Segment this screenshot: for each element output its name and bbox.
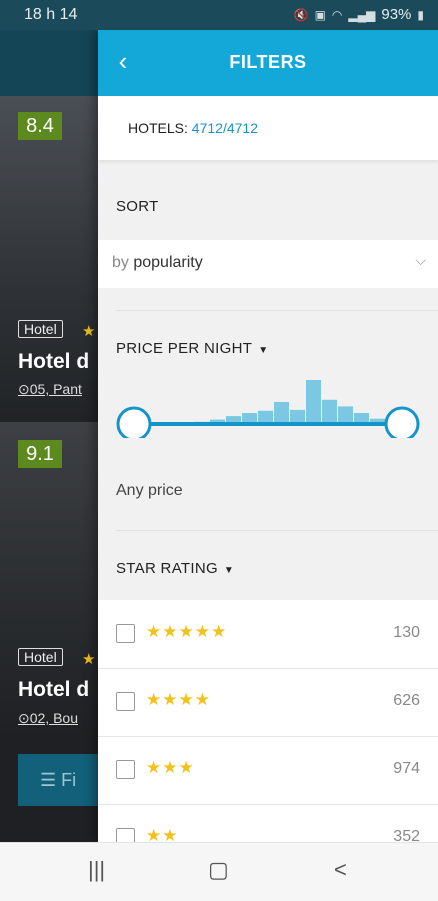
checkbox[interactable] bbox=[116, 624, 135, 643]
star-icon: ★ bbox=[82, 323, 96, 340]
checkbox[interactable] bbox=[116, 692, 135, 711]
status-icons: 🔇 ▣ ◠ ▂▄▆ 93% ▮ bbox=[294, 6, 424, 23]
star-rating-heading[interactable]: STAR RATING ▼ bbox=[116, 560, 234, 577]
status-time: 18 h 14 bbox=[24, 6, 78, 23]
hotel-list-background: 8.4 Hotel ★ Hotel d ⊙05, Pant 9.1 Hotel … bbox=[0, 30, 98, 842]
chevron-down-icon: ⌵ bbox=[415, 252, 426, 268]
filter-button[interactable]: ☰ Fi bbox=[18, 754, 98, 806]
page-title: FILTERS bbox=[229, 52, 307, 72]
sort-prefix: by bbox=[112, 254, 129, 271]
star-count: 626 bbox=[393, 692, 420, 709]
sort-option: popularity bbox=[133, 254, 203, 271]
star-row[interactable]: ★★★★★ 130 bbox=[98, 600, 438, 669]
type-tag: Hotel bbox=[18, 320, 63, 338]
filters-header: ‹ FILTERS bbox=[98, 30, 438, 96]
battery-percent: 93% bbox=[381, 6, 412, 23]
wifi-icon: ◠ bbox=[331, 7, 343, 22]
star-row[interactable]: ★★★ 974 bbox=[98, 736, 438, 805]
status-bar: 18 h 14 🔇 ▣ ◠ ▂▄▆ 93% ▮ bbox=[0, 0, 438, 30]
filters-panel: ‹ FILTERS HOTELS: 4712/4712 SORT by popu… bbox=[98, 30, 438, 842]
hotels-value: 4712/4712 bbox=[191, 120, 258, 136]
hotel-address: ⊙02, Bou bbox=[18, 710, 78, 726]
sort-heading: SORT bbox=[116, 198, 159, 215]
divider bbox=[116, 310, 438, 311]
star-count: 974 bbox=[393, 760, 420, 777]
slider-handle-min bbox=[116, 406, 152, 438]
star-row[interactable]: ★★★★ 626 bbox=[98, 668, 438, 737]
star-count: 130 bbox=[393, 624, 420, 641]
slider-handle-max bbox=[384, 406, 420, 438]
score-badge: 9.1 bbox=[18, 440, 62, 468]
hotels-count-bar: HOTELS: 4712/4712 bbox=[98, 96, 438, 160]
price-histogram bbox=[146, 380, 401, 424]
caret-down-icon: ▼ bbox=[223, 565, 235, 576]
star-rating-list: ★★★★★ 130 ★★★★ 626 ★★★ 974 ★★ 352 bbox=[98, 600, 438, 842]
type-tag: Hotel bbox=[18, 648, 63, 666]
histogram-bar bbox=[290, 409, 305, 424]
hotel-address: ⊙05, Pant bbox=[18, 381, 82, 397]
navigation-bar: ||| ▢ < bbox=[0, 842, 438, 901]
home-icon[interactable]: ▢ bbox=[208, 857, 229, 883]
histogram-bar bbox=[306, 380, 321, 424]
back-icon[interactable]: < bbox=[334, 857, 347, 883]
hotel-name: Hotel d bbox=[18, 350, 90, 373]
hotel-card[interactable]: 9.1 Hotel ★ Hotel d ⊙02, Bou bbox=[0, 422, 98, 752]
filter-icon: ☰ bbox=[40, 770, 62, 790]
price-heading[interactable]: PRICE PER NIGHT ▼ bbox=[116, 340, 268, 357]
divider bbox=[116, 530, 438, 531]
stars-icon: ★★★★★ bbox=[146, 622, 228, 641]
histogram-bar bbox=[338, 406, 353, 424]
price-slider[interactable] bbox=[116, 378, 420, 438]
sort-value: by popularity bbox=[112, 254, 203, 272]
hotel-address-text: 05, Pant bbox=[29, 381, 82, 397]
star-rating-heading-label: STAR RATING bbox=[116, 560, 218, 577]
star-row[interactable]: ★★ 352 bbox=[98, 804, 438, 842]
stars-icon: ★★★ bbox=[146, 758, 195, 777]
hotels-label: HOTELS: bbox=[128, 120, 188, 136]
histogram-bar bbox=[274, 402, 289, 424]
hotel-card[interactable]: 8.4 Hotel ★ Hotel d ⊙05, Pant bbox=[0, 96, 98, 426]
stars-icon: ★★★★ bbox=[146, 690, 211, 709]
stars-icon: ★★ bbox=[146, 826, 179, 842]
star-icon: ★ bbox=[82, 651, 96, 668]
price-value-text: Any price bbox=[116, 482, 183, 499]
caret-down-icon: ▼ bbox=[258, 345, 269, 356]
score-badge: 8.4 bbox=[18, 112, 62, 140]
checkbox[interactable] bbox=[116, 828, 135, 842]
mute-icon: 🔇 bbox=[293, 7, 309, 22]
price-heading-label: PRICE PER NIGHT bbox=[116, 340, 253, 357]
signal-icon: ▂▄▆ bbox=[348, 7, 376, 22]
checkbox[interactable] bbox=[116, 760, 135, 779]
sort-select[interactable]: by popularity ⌵ bbox=[98, 240, 438, 288]
star-count: 352 bbox=[393, 828, 420, 842]
list-header bbox=[0, 30, 98, 96]
battery-icon: ▮ bbox=[417, 7, 424, 22]
hotel-address-text: 02, Bou bbox=[29, 710, 78, 726]
hotels-count: HOTELS: 4712/4712 bbox=[128, 120, 258, 136]
lock-icon: ▣ bbox=[314, 7, 326, 22]
filter-button-label: Fi bbox=[61, 770, 77, 790]
histogram-bar bbox=[322, 399, 337, 424]
hotel-name: Hotel d bbox=[18, 678, 90, 701]
recent-apps-icon[interactable]: ||| bbox=[88, 857, 105, 883]
